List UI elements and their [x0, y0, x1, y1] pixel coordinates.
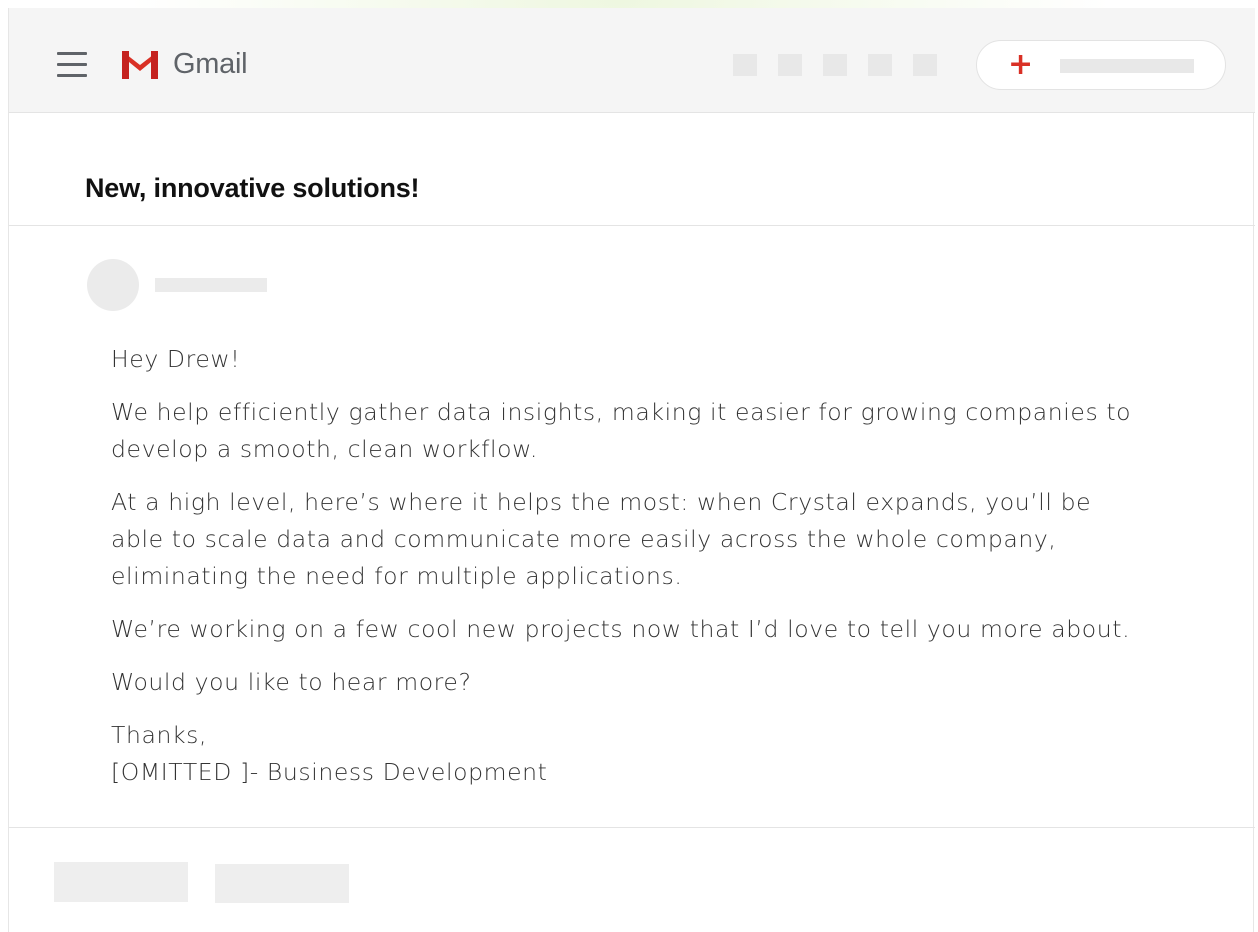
toolbar-icons	[733, 54, 937, 76]
gmail-window: Gmail + New, innovative solutions! Hey D…	[8, 8, 1255, 932]
toolbar-icon-placeholder[interactable]	[733, 54, 757, 76]
toolbar-icon-placeholder[interactable]	[823, 54, 847, 76]
email-subject: New, innovative solutions!	[85, 173, 420, 203]
email-footer	[9, 827, 1255, 932]
reply-button-placeholder[interactable]	[54, 862, 188, 902]
email-paragraph: We’re working on a few cool new projects…	[111, 615, 1131, 643]
toolbar-icon-placeholder[interactable]	[778, 54, 802, 76]
forward-button-placeholder[interactable]	[215, 864, 349, 903]
email-greeting: Hey Drew!	[111, 345, 241, 373]
sender-avatar[interactable]	[87, 259, 139, 311]
top-app-bar: Gmail +	[9, 8, 1255, 113]
hamburger-menu-icon[interactable]	[57, 52, 87, 77]
compose-button[interactable]: +	[976, 40, 1226, 90]
sender-name-placeholder	[155, 278, 267, 292]
email-signature: [OMITTED ]- Business Development	[111, 758, 548, 786]
subject-row: New, innovative solutions!	[9, 113, 1255, 226]
email-paragraph: We help efficiently gather data insights…	[111, 398, 1132, 463]
plus-icon: +	[1008, 47, 1034, 82]
toolbar-icon-placeholder[interactable]	[913, 54, 937, 76]
compose-label-placeholder	[1060, 59, 1194, 73]
gmail-m-logo-icon	[122, 50, 158, 79]
email-body: Hey Drew! We help efficiently gather dat…	[111, 341, 1151, 791]
gmail-logo[interactable]: Gmail	[119, 46, 248, 82]
gmail-wordmark: Gmail	[173, 47, 248, 80]
email-paragraph: Would you like to hear more?	[111, 668, 472, 696]
email-paragraph: At a high level, here’s where it helps t…	[111, 488, 1092, 590]
toolbar-icon-placeholder[interactable]	[868, 54, 892, 76]
email-signoff: Thanks,	[111, 721, 208, 749]
